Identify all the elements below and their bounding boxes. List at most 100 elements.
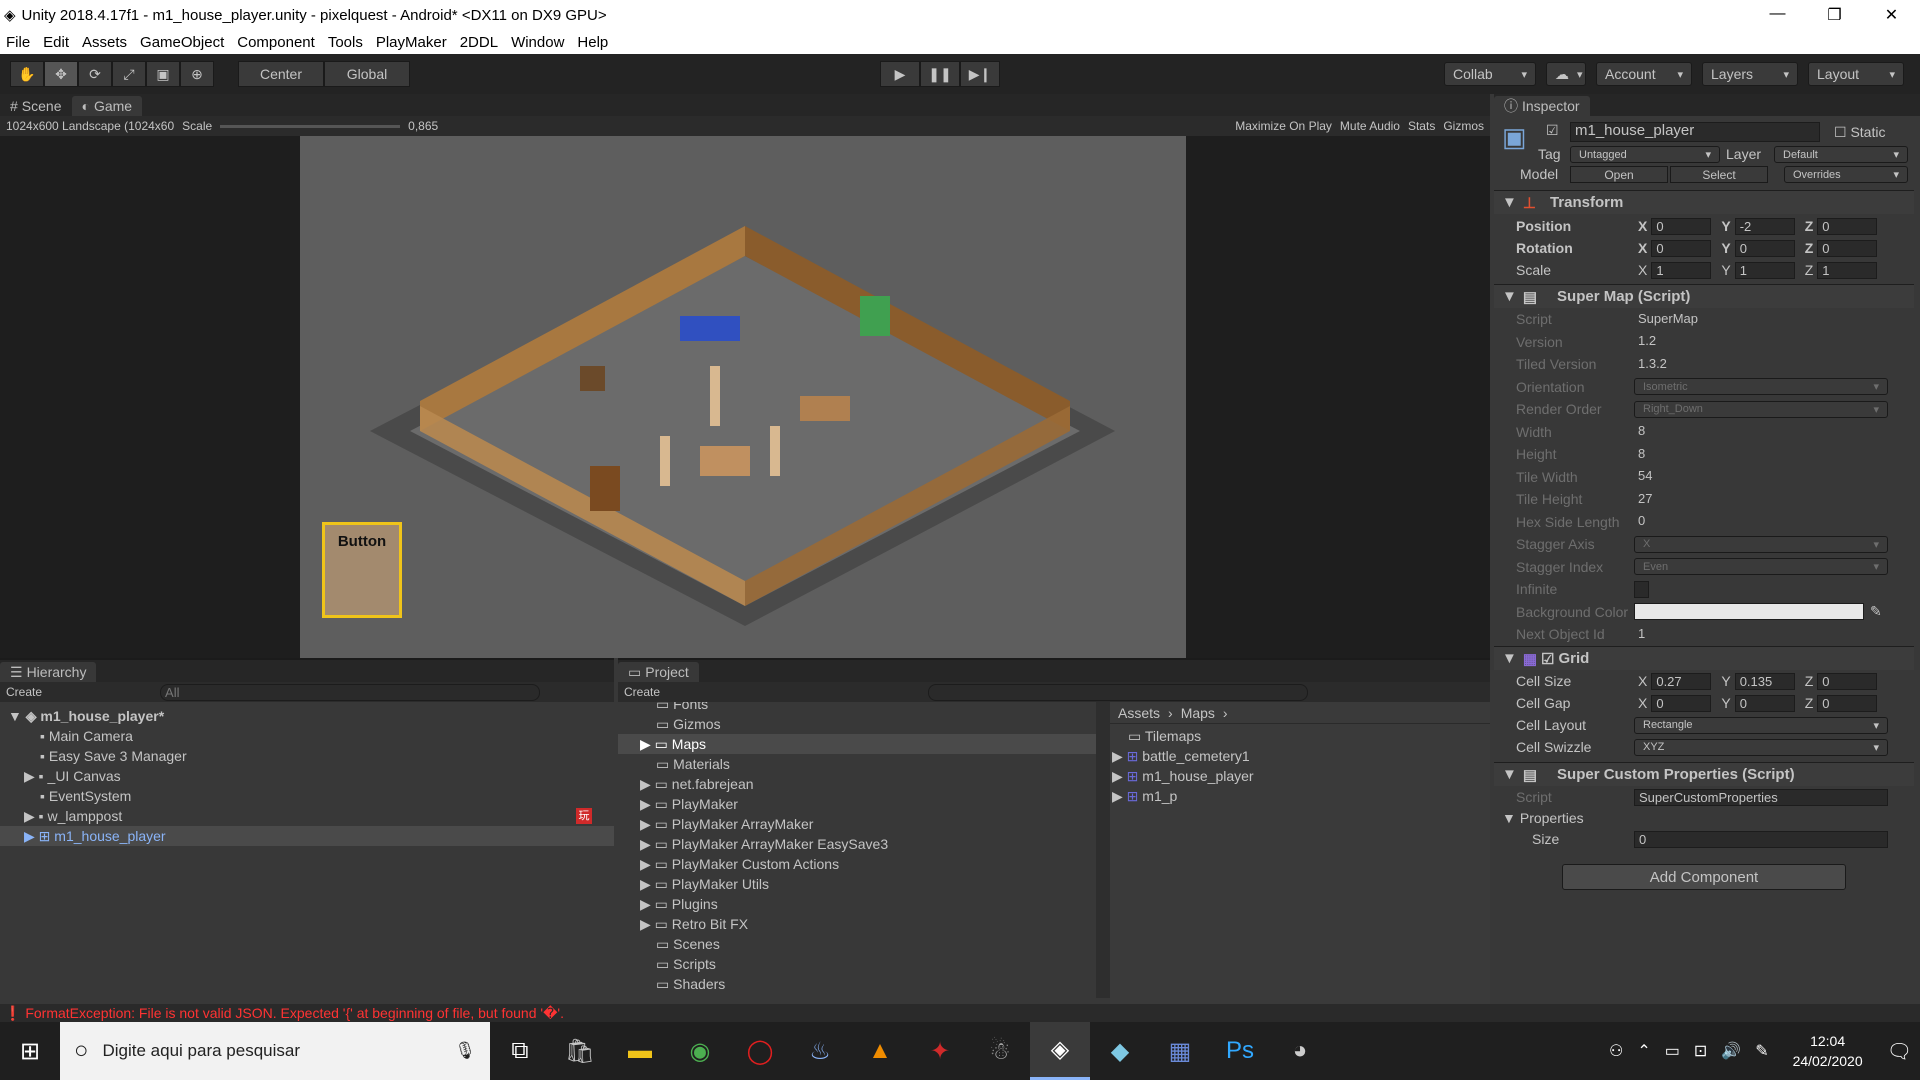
rotation-x-field[interactable]: 0	[1651, 239, 1712, 257]
size-field[interactable]: 0	[1634, 830, 1888, 848]
hierarchy-item-selected[interactable]: ▶ ⊞ m1_house_player	[0, 826, 614, 846]
chevron-up-icon[interactable]: ⌃	[1637, 1041, 1650, 1061]
supermap-dropdown[interactable]: X	[1634, 535, 1888, 553]
pen-icon[interactable]: ✎	[1755, 1041, 1768, 1061]
overrides-dropdown[interactable]: Overrides	[1784, 166, 1908, 183]
rotate-tool-icon[interactable]: ⟳	[78, 61, 112, 87]
maximize-on-play-toggle[interactable]: Maximize On Play	[1235, 119, 1332, 133]
steam-icon[interactable]: ♨	[790, 1022, 850, 1080]
gizmos-dropdown[interactable]: Gizmos	[1443, 119, 1484, 133]
folder-item[interactable]: ▶ ▭ net.fabrejean	[618, 774, 1096, 794]
folder-item[interactable]: ▭ Fonts	[618, 702, 1096, 714]
cell-gap-x-field[interactable]: 0	[1651, 694, 1712, 712]
cell-size-x-field[interactable]: 0.27	[1651, 672, 1712, 690]
grid-header[interactable]: ▼ ▦ ☑ Grid	[1494, 646, 1914, 670]
chrome-icon[interactable]: ◉	[670, 1022, 730, 1080]
store-icon[interactable]: 🛍	[550, 1022, 610, 1080]
menu-window[interactable]: Window	[511, 34, 564, 51]
account-dropdown[interactable]: Account	[1596, 62, 1692, 86]
transform-header[interactable]: ▼ ⊥ Transform	[1494, 190, 1914, 214]
custom-script-field[interactable]: SuperCustomProperties	[1634, 788, 1888, 806]
volume-icon[interactable]: 🔊	[1721, 1041, 1741, 1061]
scale-z-field[interactable]: 1	[1817, 261, 1878, 279]
rect-tool-icon[interactable]: ▣	[146, 61, 180, 87]
active-checkbox[interactable]: ☑	[1546, 122, 1559, 139]
resolution-dropdown[interactable]: 1024x600 Landscape (1024x60	[6, 119, 174, 133]
tab-project[interactable]: ▭ Project	[618, 662, 699, 682]
notification-icon[interactable]: 🗨	[1887, 1039, 1912, 1064]
rotation-z-field[interactable]: 0	[1817, 239, 1878, 257]
tab-hierarchy[interactable]: ☰ Hierarchy	[0, 662, 97, 682]
position-y-field[interactable]: -2	[1734, 217, 1795, 235]
network-icon[interactable]: ⊡	[1694, 1041, 1707, 1061]
folder-item[interactable]: ▭ Shaders	[618, 974, 1096, 994]
position-x-field[interactable]: 0	[1651, 217, 1712, 235]
supermap-dropdown[interactable]: Right_Down	[1634, 400, 1888, 418]
windows-start-icon[interactable]: ⊞	[0, 1022, 60, 1080]
breadcrumb-maps[interactable]: Maps	[1181, 705, 1215, 721]
move-tool-icon[interactable]: ✥	[44, 61, 78, 87]
stats-toggle[interactable]: Stats	[1408, 119, 1435, 133]
scale-tool-icon[interactable]: ⤢	[112, 61, 146, 87]
folder-item[interactable]: ▶ ▭ PlayMaker ArrayMaker	[618, 814, 1096, 834]
menu-2ddl[interactable]: 2DDL	[460, 34, 498, 51]
folder-item[interactable]: ▶ ▭ Retro Bit FX	[618, 914, 1096, 934]
supermap-field-value[interactable]: SuperMap	[1634, 311, 1888, 328]
cell-size-z-field[interactable]: 0	[1817, 672, 1878, 690]
menu-help[interactable]: Help	[577, 34, 608, 51]
opera-icon[interactable]: ◯	[730, 1022, 790, 1080]
folder-item[interactable]: ▶ ▭ PlayMaker ArrayMaker EasySave3	[618, 834, 1096, 854]
layer-dropdown[interactable]: Default	[1774, 146, 1908, 163]
hierarchy-item[interactable]: ▪ EventSystem	[0, 786, 614, 806]
cell-swizzle-dropdown[interactable]: XYZ	[1634, 738, 1888, 756]
add-component-button[interactable]: Add Component	[1562, 864, 1846, 890]
supermap-field-value[interactable]: 0	[1634, 513, 1888, 530]
rotation-y-field[interactable]: 0	[1734, 239, 1795, 257]
pivot-center-button[interactable]: Center	[238, 61, 324, 87]
robot-app-icon[interactable]: ☃	[970, 1022, 1030, 1080]
folder-item[interactable]: ▶ ▭ PlayMaker Utils	[618, 874, 1096, 894]
maximize-button[interactable]: ❐	[1806, 5, 1863, 25]
folder-item[interactable]: ▭ Materials	[618, 754, 1096, 774]
breadcrumb-assets[interactable]: Assets	[1118, 705, 1160, 721]
menu-playmaker[interactable]: PlayMaker	[376, 34, 447, 51]
folder-item[interactable]: ▶ ▭ Plugins	[618, 894, 1096, 914]
cell-gap-y-field[interactable]: 0	[1734, 694, 1795, 712]
menu-tools[interactable]: Tools	[328, 34, 363, 51]
supermap-field-value[interactable]: 1	[1634, 626, 1888, 643]
supermap-field-value[interactable]: 1.2	[1634, 333, 1888, 350]
hierarchy-item[interactable]: ▪ Main Camera	[0, 726, 614, 746]
menu-component[interactable]: Component	[237, 34, 315, 51]
layout-dropdown[interactable]: Layout	[1808, 62, 1904, 86]
tab-inspector[interactable]: ⓘ Inspector	[1494, 96, 1590, 116]
status-bar[interactable]: ❗ FormatException: File is not valid JSO…	[0, 1004, 1920, 1022]
app-icon[interactable]: ✦	[910, 1022, 970, 1080]
asset-item[interactable]: ▶ ⊞ m1_house_player	[1110, 766, 1490, 786]
tab-scene[interactable]: # Scene	[0, 96, 72, 116]
pivot-global-button[interactable]: Global	[324, 61, 410, 87]
tag-dropdown[interactable]: Untagged	[1570, 146, 1720, 163]
infinite-checkbox[interactable]	[1634, 580, 1649, 598]
supermap-field-value[interactable]: 54	[1634, 468, 1888, 485]
scale-y-field[interactable]: 1	[1734, 261, 1795, 279]
hierarchy-item[interactable]: ▪ Easy Save 3 Manager	[0, 746, 614, 766]
supermap-header[interactable]: ▼ ▤ Super Map (Script)	[1494, 284, 1914, 308]
collab-dropdown[interactable]: Collab	[1444, 62, 1536, 86]
clock[interactable]: 12:04 24/02/2020	[1783, 1031, 1873, 1071]
supermap-field-value[interactable]: 8	[1634, 446, 1888, 463]
cell-gap-z-field[interactable]: 0	[1817, 694, 1878, 712]
static-toggle[interactable]: ☐ Static	[1834, 124, 1885, 141]
properties-row[interactable]: ▼ Properties	[1494, 807, 1914, 829]
cell-size-y-field[interactable]: 0.135	[1734, 672, 1795, 690]
play-button[interactable]: ▶	[880, 61, 920, 87]
folder-scrollbar[interactable]	[1096, 702, 1110, 998]
folder-item-selected[interactable]: ▶ ▭ Maps	[618, 734, 1096, 754]
minimize-button[interactable]: —	[1749, 5, 1806, 25]
photoshop-icon[interactable]: Ps	[1210, 1022, 1270, 1080]
game-screen[interactable]: Button	[300, 136, 1186, 658]
misc-app-icon[interactable]: ◕	[1270, 1022, 1330, 1080]
asset-item[interactable]: ▶ ⊞ battle_cemetery1	[1110, 746, 1490, 766]
asset-item[interactable]: ▶ ⊞ m1_p	[1110, 786, 1490, 806]
scene-row[interactable]: ▼ ◈ m1_house_player*	[0, 706, 614, 726]
supermap-field-value[interactable]: 27	[1634, 491, 1888, 508]
